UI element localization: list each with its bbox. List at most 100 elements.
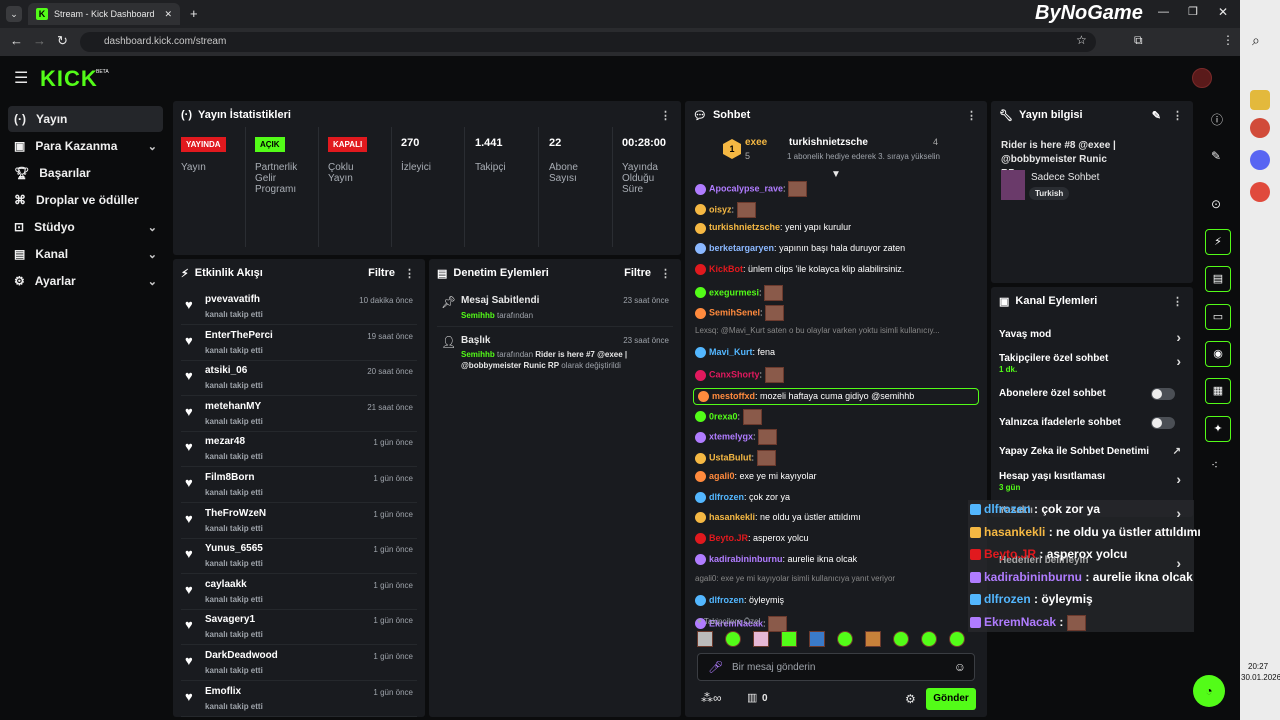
activity-user[interactable]: Film8Born <box>205 472 254 483</box>
chat-username[interactable]: Mavi_Kurt <box>709 347 753 357</box>
minimize-button[interactable]: — <box>1158 6 1169 18</box>
new-tab-button[interactable]: + <box>190 6 198 21</box>
chat-username[interactable]: dlfrozen <box>709 595 744 605</box>
browser-menu-button[interactable]: ⋮ <box>1222 33 1234 47</box>
chat-username[interactable]: Apocalypse_rave <box>709 183 783 193</box>
menu-icon[interactable]: ☰ <box>14 68 28 88</box>
more-icon[interactable]: ⋮ <box>660 109 671 122</box>
emote-only-toggle[interactable] <box>1151 417 1175 429</box>
activity-user[interactable]: mezar48 <box>205 436 245 447</box>
activity-user[interactable]: Emoflix <box>205 686 241 697</box>
more-icon[interactable]: ⋮ <box>966 109 977 122</box>
chat-username[interactable]: CanxShorty <box>709 370 760 380</box>
more-icon[interactable]: ⋮ <box>404 267 415 280</box>
filter-button[interactable]: Filtre <box>624 267 651 279</box>
chat-username[interactable]: KickBot <box>709 264 743 274</box>
treasure-icon[interactable]: ▥ <box>747 691 757 704</box>
chat-username[interactable]: Beyto.JR <box>709 533 748 543</box>
tab-search-button[interactable]: ⌄ <box>6 6 22 22</box>
office-app-icon[interactable] <box>1250 90 1270 110</box>
chat-username[interactable]: 0rexa0 <box>709 411 738 421</box>
activity-user[interactable]: metehanMY <box>205 401 261 412</box>
chat-username[interactable]: oisyz <box>709 204 732 214</box>
bolt-icon[interactable]: ⚡︎ <box>1205 229 1231 255</box>
support-button[interactable]: ◔ <box>1193 675 1225 707</box>
action-followers-only[interactable]: Takipçilere özel sohbet 1 dk. › <box>999 353 1185 375</box>
chat-username[interactable]: kadirabininburnu <box>709 554 783 564</box>
chrome-icon[interactable] <box>1250 118 1270 138</box>
send-button[interactable]: Gönder <box>926 688 976 710</box>
target-icon[interactable]: ⊙ <box>1211 197 1221 211</box>
language-tag[interactable]: Turkish <box>1029 187 1070 200</box>
back-button[interactable]: ← <box>10 33 23 48</box>
activity-user[interactable]: caylaakk <box>205 579 247 590</box>
activity-user[interactable]: DarkDeadwood <box>205 650 278 661</box>
emote-icon[interactable] <box>697 631 713 647</box>
emote-icon[interactable] <box>949 631 965 647</box>
kick-logo[interactable]: KICK <box>40 66 98 92</box>
action-ai-moderation[interactable]: Yapay Zeka ile Sohbet Denetimi ↗ <box>999 446 1185 457</box>
layout-icon[interactable]: ▦ <box>1205 378 1231 404</box>
app-icon[interactable] <box>1250 150 1270 170</box>
chat-username[interactable]: dlfrozen <box>709 492 744 502</box>
chat-username[interactable]: UstaBulut <box>709 452 752 462</box>
activity-user[interactable]: TheFroWzeN <box>205 508 266 519</box>
user-avatar[interactable] <box>1192 68 1212 88</box>
chat-username[interactable]: mestoffxd <box>712 391 755 401</box>
activity-user[interactable]: Yunus_6565 <box>205 543 263 554</box>
nav-basarilar[interactable]: 🏆︎ Başarılar <box>8 160 163 186</box>
info-icon[interactable]: ⓘ <box>1211 111 1223 128</box>
emote-icon[interactable] <box>781 631 797 647</box>
nav-para-kazanma[interactable]: ▣ Para Kazanma ⌄ <box>8 133 163 159</box>
points-icon[interactable]: ⁂∞ <box>701 691 722 705</box>
nav-studyo[interactable]: ⊡ Stüdyo ⌄ <box>8 214 163 240</box>
wrench-icon[interactable]: ✦ <box>1205 416 1231 442</box>
chat-username[interactable]: berketargaryen <box>709 243 774 253</box>
chat-username[interactable]: exegurmesi <box>709 287 759 297</box>
activity-user[interactable]: EnterThePerci <box>205 330 273 341</box>
emote-icon[interactable] <box>837 631 853 647</box>
forward-button[interactable]: → <box>33 33 46 48</box>
nav-yayin[interactable]: (·) Yayın <box>8 106 163 132</box>
chat-username[interactable]: SemihSenel <box>709 308 760 318</box>
mic-icon[interactable]: 🎤︎ <box>708 660 723 674</box>
chat-bubble-icon[interactable]: ▭ <box>1205 304 1231 330</box>
chat-username[interactable]: hasankekli <box>709 512 755 522</box>
reload-button[interactable]: ↻ <box>57 33 68 49</box>
bookmark-star-icon[interactable]: ☆ <box>1076 33 1087 47</box>
filter-button[interactable]: Filtre <box>368 267 395 279</box>
emote-icon[interactable] <box>809 631 825 647</box>
subs-only-toggle[interactable] <box>1151 388 1175 400</box>
nav-kanal[interactable]: ▤ Kanal ⌄ <box>8 241 163 267</box>
more-icon[interactable]: ⋮ <box>660 267 671 280</box>
chat-settings-icon[interactable]: ⚙ <box>905 692 916 706</box>
extension-icon[interactable]: ⧉ <box>1134 33 1143 48</box>
nav-ayarlar[interactable]: ⚙ Ayarlar ⌄ <box>8 268 163 294</box>
browser-tab[interactable]: K Stream - Kick Dashboard ✕ <box>28 3 180 25</box>
pencil-icon[interactable]: ✎ <box>1211 149 1221 163</box>
maximize-button[interactable]: ❐ <box>1188 5 1198 18</box>
doc-icon[interactable]: ▤ <box>1205 266 1231 292</box>
search-icon[interactable]: ⌕ <box>1252 32 1260 49</box>
activity-user[interactable]: atsiki_06 <box>205 365 247 376</box>
more-icon[interactable]: ⋮ <box>1172 109 1183 122</box>
chat-username[interactable]: agali0 <box>709 471 735 481</box>
url-field[interactable]: dashboard.kick.com/stream <box>80 32 1096 52</box>
more-icon[interactable]: ⋮ <box>1172 295 1183 308</box>
chat-username[interactable]: xtemelygx <box>709 432 753 442</box>
activity-user[interactable]: Savagery1 <box>205 614 255 625</box>
chat-username[interactable]: turkishnietzsche <box>709 222 780 232</box>
close-window-button[interactable]: ✕ <box>1218 5 1228 19</box>
action-slow-mode[interactable]: Yavaş mod › <box>999 329 1185 345</box>
broadcast-icon[interactable]: ◉ <box>1205 341 1231 367</box>
activity-user[interactable]: pvevavatifh <box>205 294 260 305</box>
collapse-icon[interactable]: ▼ <box>831 169 841 180</box>
emoji-icon[interactable]: ☺ <box>954 660 966 674</box>
emote-icon[interactable] <box>893 631 909 647</box>
emote-icon[interactable] <box>921 631 937 647</box>
emote-icon[interactable] <box>725 631 741 647</box>
chat-input[interactable]: 🎤︎ Bir mesaj gönderin ☺ <box>697 653 975 681</box>
edit-icon[interactable]: ✎ <box>1152 109 1161 122</box>
share-icon[interactable]: ⁖ <box>1211 458 1218 472</box>
nav-droplar[interactable]: ⌘ Droplar ve ödüller <box>8 187 163 213</box>
